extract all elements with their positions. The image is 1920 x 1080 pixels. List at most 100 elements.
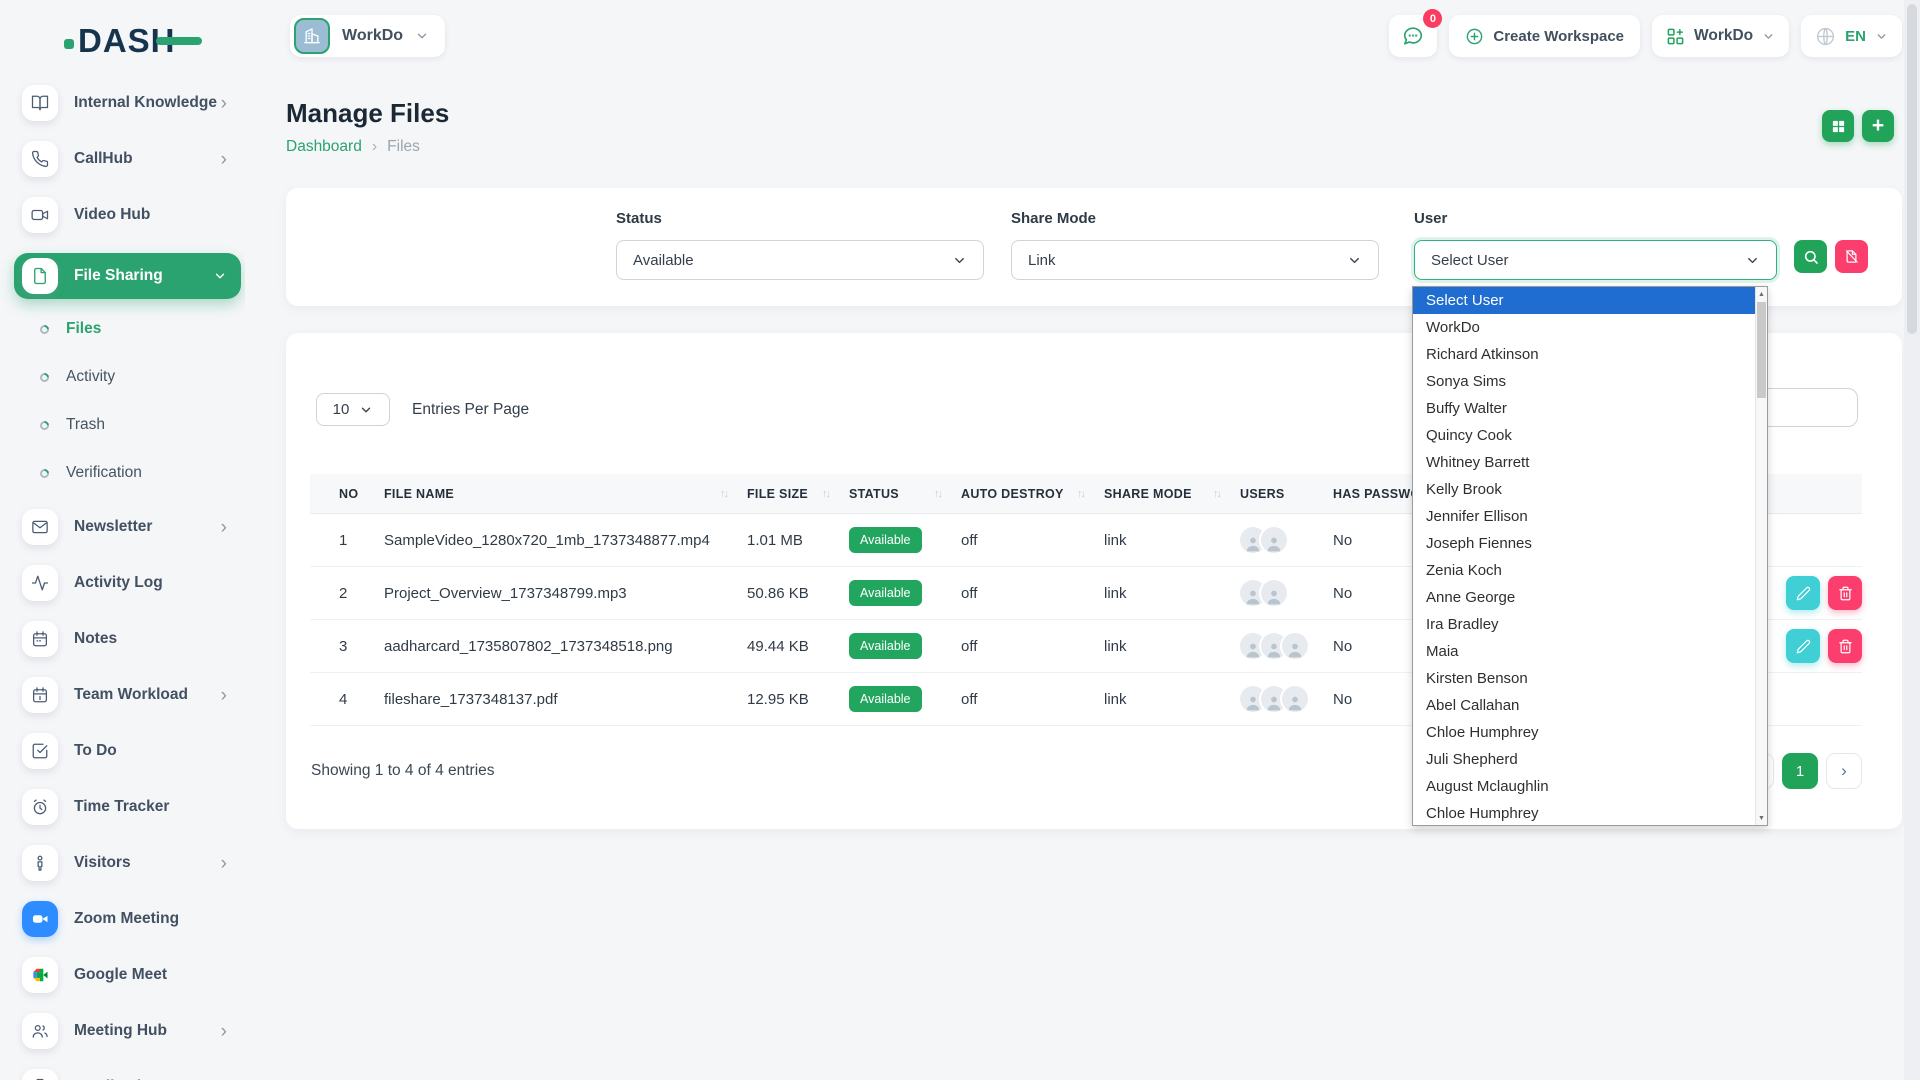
activity-pulse-icon [22, 565, 58, 601]
sidebar-item-zoom-meeting[interactable]: Zoom Meeting [14, 901, 241, 937]
chevron-down-icon [1875, 30, 1888, 43]
entries-per-page-select[interactable]: 10 [316, 393, 390, 426]
sidebar-item-newsletter[interactable]: Newsletter › [14, 509, 241, 545]
user-option[interactable]: Anne George [1413, 584, 1755, 611]
create-workspace-button[interactable]: Create Workspace [1449, 15, 1640, 57]
add-file-button[interactable]: + [1862, 110, 1894, 142]
sidebar-item-label: CallHub [74, 150, 133, 168]
user-label: User [1414, 210, 1777, 227]
cell-status: Available [849, 580, 961, 606]
pagination-page-1-button[interactable]: 1 [1782, 753, 1818, 789]
sort-icon[interactable]: ↑↓ [934, 488, 961, 500]
messages-button[interactable]: 0 [1389, 15, 1437, 57]
sidebar-item-google-meet[interactable]: Google Meet [14, 957, 241, 993]
status-select[interactable]: Available [616, 240, 984, 280]
sidebar-item-notes[interactable]: Notes [14, 621, 241, 657]
share-mode-select[interactable]: Link [1011, 240, 1379, 280]
scroll-down-icon[interactable]: ▼ [1756, 811, 1767, 825]
apply-filter-button[interactable] [1794, 240, 1827, 273]
user-option[interactable]: Sonya Sims [1413, 368, 1755, 395]
cell-share-mode: link [1104, 638, 1240, 655]
workspace-switcher[interactable]: WorkDo [1652, 15, 1789, 57]
user-option[interactable]: Maia [1413, 638, 1755, 665]
clear-filter-button[interactable] [1835, 240, 1868, 273]
user-option[interactable]: Whitney Barrett [1413, 449, 1755, 476]
column-header-users[interactable]: USERS [1240, 487, 1333, 501]
user-option[interactable]: Juli Shepherd [1413, 746, 1755, 773]
scroll-up-icon[interactable]: ▲ [1756, 287, 1767, 301]
sidebar-item-to-do[interactable]: To Do [14, 733, 241, 769]
workspace-selector[interactable]: WorkDo [290, 15, 445, 57]
topbar-actions: 0 Create Workspace WorkDo EN [1389, 15, 1902, 57]
check-square-icon [22, 733, 58, 769]
column-header-file-size[interactable]: FILE SIZE↑↓ [747, 487, 849, 501]
user-option[interactable]: August Mclaughlin [1413, 773, 1755, 800]
scrollbar-thumb[interactable] [1757, 302, 1766, 398]
user-option[interactable]: Kirsten Benson [1413, 665, 1755, 692]
column-header-file-name[interactable]: FILE NAME↑↓ [384, 487, 747, 501]
sidebar-item-visitors[interactable]: Visitors › [14, 845, 241, 881]
user-option[interactable]: Kelly Brook [1413, 476, 1755, 503]
clipboard-icon [22, 1069, 58, 1080]
sidebar-item-time-tracker[interactable]: Time Tracker [14, 789, 241, 825]
sidebar-item-file-sharing[interactable]: File Sharing [14, 253, 241, 299]
trash-icon [1838, 639, 1853, 654]
user-option[interactable]: WorkDo [1413, 314, 1755, 341]
share-mode-value: Link [1028, 252, 1056, 269]
alarm-clock-icon [22, 789, 58, 825]
edit-file-button[interactable] [1786, 576, 1820, 610]
edit-file-button[interactable] [1786, 629, 1820, 663]
sidebar-subitem-files[interactable]: Files [40, 317, 245, 341]
language-selector[interactable]: EN [1801, 15, 1902, 57]
chevron-right-icon: › [221, 1022, 227, 1041]
sidebar-subitem-trash[interactable]: Trash [40, 413, 245, 437]
sidebar-item-label: Video Hub [74, 206, 150, 224]
user-option[interactable]: Select User [1413, 287, 1755, 314]
sort-icon[interactable]: ↑↓ [720, 488, 747, 500]
sidebar-subitem-activity[interactable]: Activity [40, 365, 245, 389]
sidebar-item-activity-log[interactable]: Activity Log [14, 565, 241, 601]
sidebar-item-video-hub[interactable]: Video Hub [14, 197, 241, 233]
sidebar-item-callhub[interactable]: CallHub › [14, 141, 241, 177]
sidebar-subitem-verification[interactable]: Verification [40, 461, 245, 485]
video-camera-icon [22, 197, 58, 233]
dash-logo[interactable]: DASH [64, 24, 176, 57]
user-option[interactable]: Buffy Walter [1413, 395, 1755, 422]
column-header-no[interactable]: NO [310, 487, 384, 501]
breadcrumb-dashboard-link[interactable]: Dashboard [286, 138, 362, 156]
sidebar-item-label: Visitors [74, 854, 131, 872]
sidebar-menu: Internal Knowledge › CallHub › Video Hub… [0, 85, 245, 1080]
dropdown-scrollbar[interactable]: ▲ ▼ [1755, 287, 1767, 825]
cell-file-name: fileshare_1737348137.pdf [384, 691, 747, 708]
sort-icon[interactable]: ↑↓ [1077, 488, 1104, 500]
column-header-status[interactable]: STATUS↑↓ [849, 487, 961, 501]
pagination-next-button[interactable]: › [1826, 753, 1862, 789]
user-option[interactable]: Abel Callahan [1413, 692, 1755, 719]
user-option[interactable]: Ira Bradley [1413, 611, 1755, 638]
delete-file-button[interactable] [1828, 629, 1862, 663]
sidebar-item-feedback[interactable]: Feedback › [14, 1069, 241, 1080]
sort-icon[interactable]: ↑↓ [822, 488, 849, 500]
plus-icon: + [1872, 115, 1884, 136]
user-option[interactable]: Joseph Fiennes [1413, 530, 1755, 557]
user-option[interactable]: Chloe Humphrey [1413, 800, 1755, 825]
column-header-share-mode[interactable]: SHARE MODE↑↓ [1104, 487, 1240, 501]
sidebar-item-internal-knowledge[interactable]: Internal Knowledge › [14, 85, 241, 121]
page-scrollbar-thumb[interactable] [1907, 4, 1917, 334]
sort-icon[interactable]: ↑↓ [1213, 488, 1240, 500]
grid-view-button[interactable] [1822, 110, 1854, 142]
user-option[interactable]: Jennifer Ellison [1413, 503, 1755, 530]
delete-file-button[interactable] [1828, 576, 1862, 610]
user-option[interactable]: Chloe Humphrey [1413, 719, 1755, 746]
cell-status: Available [849, 633, 961, 659]
user-option[interactable]: Zenia Koch [1413, 557, 1755, 584]
page-scrollbar[interactable] [1904, 0, 1920, 1080]
sidebar-item-team-workload[interactable]: Team Workload › [14, 677, 241, 713]
column-header-auto-destroy[interactable]: AUTO DESTROY↑↓ [961, 487, 1104, 501]
user-option[interactable]: Quincy Cook [1413, 422, 1755, 449]
user-option[interactable]: Richard Atkinson [1413, 341, 1755, 368]
sidebar-item-meeting-hub[interactable]: Meeting Hub › [14, 1013, 241, 1049]
user-select[interactable]: Select User [1414, 240, 1777, 280]
cell-users [1240, 527, 1333, 553]
user-avatar-icon [1282, 633, 1308, 659]
